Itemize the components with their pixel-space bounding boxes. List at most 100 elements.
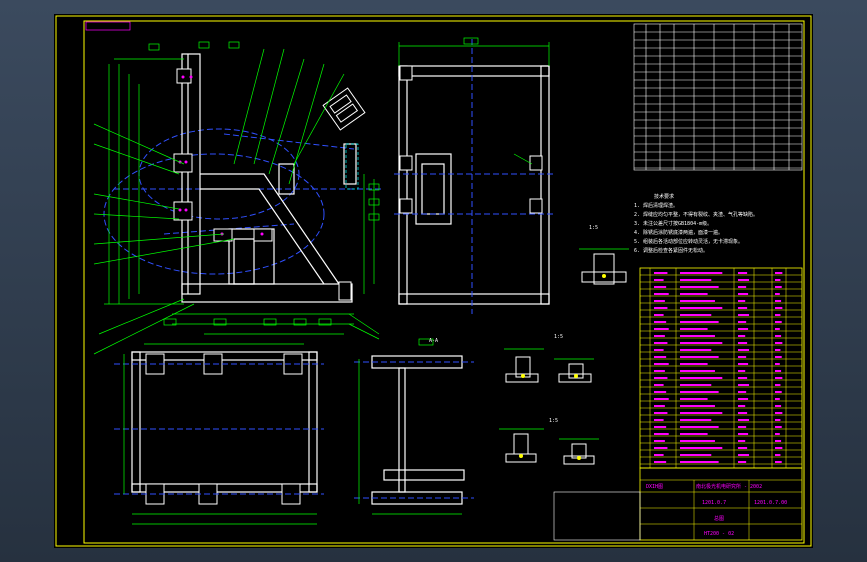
- tech-notes: 技术要求 1. 焊后清理焊渣。 2. 焊缝应均匀平整，不得有裂纹、夹渣、气孔等缺…: [634, 193, 758, 254]
- bom-cell-mark: [775, 377, 783, 379]
- detail-label-2: 1:5: [549, 418, 558, 424]
- bom-cell-mark: [654, 447, 668, 449]
- bom-cell-mark: [680, 426, 719, 428]
- bom-cell-mark: [654, 307, 668, 309]
- bom-cell-mark: [680, 391, 719, 393]
- section-view: [354, 338, 474, 515]
- bom-cell-mark: [654, 335, 665, 337]
- bom-cell-mark: [775, 433, 780, 435]
- bom-cell-mark: [775, 426, 782, 428]
- front-view-dims: [398, 37, 550, 165]
- bom-cell-mark: [654, 384, 664, 386]
- bom-cell-mark: [775, 391, 782, 393]
- bom-cell-mark: [654, 356, 667, 358]
- bom-cell-mark: [738, 426, 747, 428]
- bom-cell-mark: [738, 272, 748, 274]
- bom-cell-mark: [654, 433, 669, 435]
- front-view-centerlines: [394, 39, 554, 314]
- bom-cell-mark: [775, 321, 782, 323]
- bom-cell-mark: [654, 293, 669, 295]
- bom-cell-mark: [654, 279, 664, 281]
- bom-cell-mark: [738, 398, 749, 400]
- title-sheet-label: 总图: [714, 515, 724, 522]
- bom-cell-mark: [775, 440, 782, 442]
- note-line-4: 4. 除锈后涂防锈底漆两遍，面漆一遍。: [634, 229, 723, 236]
- note-line-5: 5. 组装后各活动部位应转动灵活，无卡滞现象。: [634, 238, 743, 245]
- bom-cell-mark: [738, 286, 747, 288]
- bom-cell-mark: [738, 412, 748, 414]
- bom-cell-mark: [738, 349, 750, 351]
- bom-cell-mark: [680, 461, 719, 463]
- note-line-6: 6. 调整后检查各紧固件无松动。: [634, 247, 708, 254]
- bom-cell-mark: [654, 398, 669, 400]
- bom-cell-mark: [775, 419, 781, 421]
- bom-cell-mark: [654, 314, 664, 316]
- notes-title: 技术要求: [654, 193, 674, 200]
- section-label: A-A: [429, 338, 438, 344]
- bracket-part: [322, 87, 366, 131]
- title-company: DXIH图: [646, 484, 663, 490]
- bom-cell-mark: [680, 286, 719, 288]
- bom-cell-mark: [654, 321, 667, 323]
- bom-cell-mark: [680, 321, 719, 323]
- bom-cell-mark: [654, 342, 668, 344]
- detail-label-1: 1:5: [554, 334, 563, 340]
- bom-cell-mark: [775, 384, 781, 386]
- sheet-tag-box: [85, 21, 131, 31]
- bom-cell-mark: [680, 384, 712, 386]
- bom-cell-mark: [654, 328, 669, 330]
- bom-cell-mark: [654, 370, 665, 372]
- bom-cell-mark: [738, 279, 750, 281]
- title-material: HT200 - 02: [704, 531, 734, 537]
- bom-cell-mark: [680, 433, 708, 435]
- bom-cell-mark: [738, 447, 748, 449]
- front-view-clamps: [399, 65, 543, 214]
- bom-cell-mark: [680, 447, 723, 449]
- note-line-1: 1. 焊后清理焊渣。: [634, 202, 678, 209]
- bom-cell-mark: [738, 370, 746, 372]
- bom-cell-mark: [775, 286, 782, 288]
- bom-cell-mark: [680, 454, 712, 456]
- bom-cell-mark: [680, 370, 715, 372]
- dimension-lines: [93, 41, 380, 355]
- bom-cell-mark: [680, 328, 708, 330]
- bom-cell-mark: [654, 461, 667, 463]
- top-view: [114, 343, 324, 525]
- bom-cell-mark: [738, 335, 746, 337]
- bom-cell-mark: [680, 412, 723, 414]
- bom-cell-mark: [775, 293, 780, 295]
- bom-cell-mark: [738, 454, 750, 456]
- bom-cell-mark: [775, 461, 782, 463]
- bom-cell-mark: [654, 349, 664, 351]
- bom-cell-mark: [775, 447, 783, 449]
- title-project: 南北极光机电研究所 - 2002: [696, 483, 762, 490]
- bom-cell-mark: [775, 370, 782, 372]
- note-line-2: 2. 焊缝应均匀平整，不得有裂纹、夹渣、气孔等缺陷。: [634, 211, 758, 218]
- bom-cell-mark: [680, 377, 723, 379]
- bom-cell-mark: [654, 426, 667, 428]
- bom-cell-mark: [775, 335, 782, 337]
- bom-cell-mark: [680, 356, 719, 358]
- bom-cell-mark: [738, 321, 747, 323]
- bom-cell-mark: [680, 300, 715, 302]
- note-line-3: 3. 未注公差尺寸按GB1804-m级。: [634, 220, 712, 227]
- bom-cell-mark: [654, 377, 668, 379]
- bom-cell-mark: [654, 391, 667, 393]
- bom-cell-mark: [680, 279, 712, 281]
- bom-cell-mark: [775, 307, 783, 309]
- parts-list: [639, 267, 803, 469]
- bom-cell-mark: [738, 314, 750, 316]
- bom-cell-mark: [680, 419, 712, 421]
- bom-cell-mark: [680, 342, 723, 344]
- side-view: [93, 41, 384, 355]
- title-drawing-no-right: 1201.0.7.00: [754, 500, 787, 506]
- bom-cell-mark: [775, 454, 781, 456]
- bom-cell-mark: [654, 454, 664, 456]
- frame-members: [181, 53, 357, 303]
- bom-cell-mark: [738, 405, 746, 407]
- bom-cell-mark: [775, 300, 782, 302]
- bom-cell-mark: [680, 314, 712, 316]
- cad-viewport[interactable]: 技术要求 1. 焊后清理焊渣。 2. 焊缝应均匀平整，不得有裂纹、夹渣、气孔等缺…: [54, 14, 813, 548]
- bom-cell-mark: [775, 272, 783, 274]
- bom-cell-mark: [775, 356, 782, 358]
